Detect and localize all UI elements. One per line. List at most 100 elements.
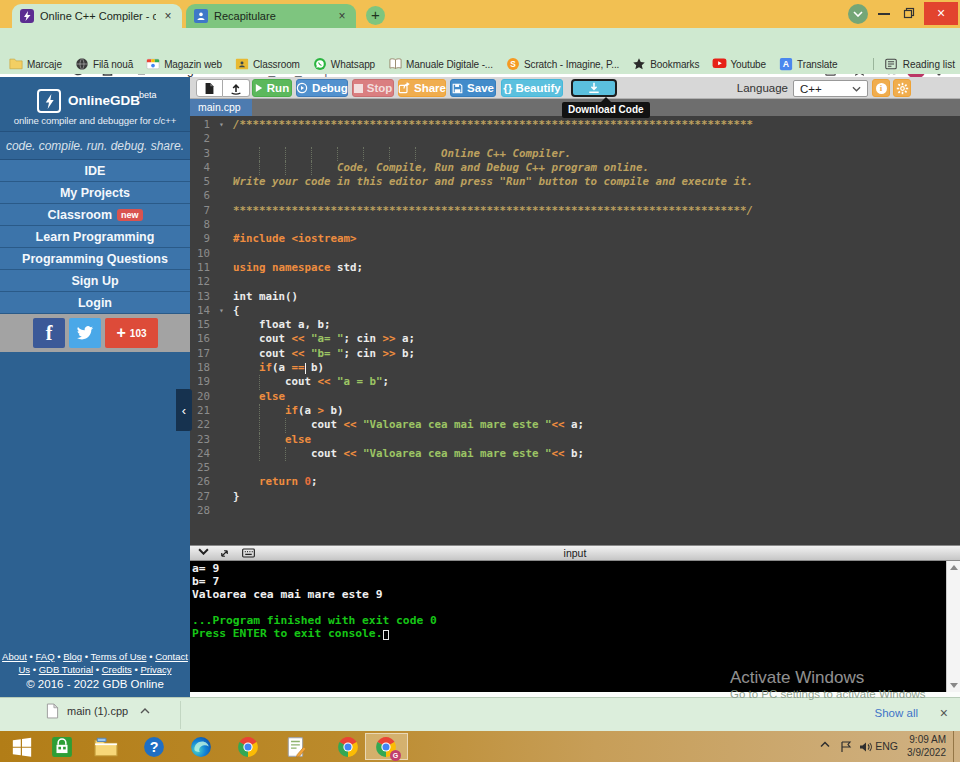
bookmark-item[interactable]: Youtube bbox=[712, 57, 766, 71]
tray-language[interactable]: ENG bbox=[875, 740, 898, 752]
footer-link[interactable]: Terms of Use bbox=[91, 651, 147, 662]
download-chevron-icon[interactable] bbox=[140, 708, 150, 714]
footer-link[interactable]: GDB Tutorial bbox=[39, 664, 93, 675]
debug-button[interactable]: Debug bbox=[296, 79, 348, 97]
new-file-button[interactable] bbox=[196, 79, 223, 97]
tray-clock[interactable]: 9:09 AM3/9/2022 bbox=[907, 734, 946, 759]
browser-tab-inactive[interactable]: Recapitulare × bbox=[186, 4, 356, 28]
language-select[interactable]: C++ bbox=[793, 80, 868, 97]
share-button[interactable]: Share bbox=[398, 79, 446, 97]
console-scrollbar[interactable] bbox=[946, 561, 960, 692]
editor-tab-main-cpp[interactable]: main.cpp bbox=[190, 99, 252, 116]
taskbar-edge[interactable] bbox=[189, 735, 213, 759]
download-code-button[interactable] bbox=[571, 79, 617, 97]
taskbar-chrome[interactable] bbox=[236, 735, 260, 759]
taskbar-chrome-active[interactable]: G bbox=[374, 735, 398, 759]
book-icon bbox=[388, 57, 402, 71]
fold-arrow-icon[interactable]: ▾ bbox=[210, 118, 233, 132]
sidebar-item-login[interactable]: Login bbox=[0, 292, 190, 314]
download-file-chip[interactable]: main (1).cpp bbox=[46, 703, 150, 719]
indent-guide bbox=[259, 147, 260, 161]
footer-link[interactable]: FAQ bbox=[36, 651, 55, 662]
profile-chevron-button[interactable] bbox=[848, 4, 868, 24]
line-number: 14 bbox=[190, 304, 210, 318]
fold-gutter bbox=[210, 275, 233, 289]
fold-gutter bbox=[210, 232, 233, 246]
taskbar-windows-store[interactable] bbox=[50, 735, 74, 759]
bookmark-label: Manuale Digitale -... bbox=[406, 59, 493, 70]
tab-close-icon[interactable]: × bbox=[162, 9, 174, 23]
facebook-button[interactable]: f bbox=[33, 318, 65, 348]
code-line: 12 bbox=[190, 275, 960, 289]
google-plus-button[interactable]: +103 bbox=[105, 318, 158, 348]
bookmark-item[interactable]: Classroom bbox=[235, 57, 300, 71]
line-number: 15 bbox=[190, 318, 210, 332]
file-icon bbox=[46, 703, 59, 719]
bookmark-item[interactable]: Marcaje bbox=[9, 57, 62, 71]
tray-flag-icon[interactable] bbox=[840, 741, 852, 753]
reading-list-icon bbox=[884, 57, 898, 71]
scroll-down-arrow[interactable] bbox=[950, 683, 958, 688]
line-number: 18 bbox=[190, 361, 210, 375]
profile-badge: G bbox=[390, 750, 401, 761]
sidebar-item-label: IDE bbox=[85, 164, 106, 178]
code-text: using namespace std; bbox=[233, 261, 363, 275]
settings-gear-button[interactable] bbox=[893, 79, 911, 97]
code-text: return 0; bbox=[233, 475, 318, 489]
sidebar-item-programming-questions[interactable]: Programming Questions bbox=[0, 248, 190, 270]
bookmark-item[interactable]: SScratch - Imagine, P... bbox=[506, 57, 619, 71]
sidebar-item-ide[interactable]: IDE bbox=[0, 160, 190, 182]
bookmark-item[interactable]: Filă nouă bbox=[75, 57, 133, 71]
console-resize-icon[interactable] bbox=[219, 548, 230, 559]
translate-icon: A bbox=[779, 57, 793, 71]
window-restore-button[interactable] bbox=[903, 7, 915, 19]
tray-chevron-icon[interactable] bbox=[820, 741, 830, 748]
sidebar-item-my-projects[interactable]: My Projects bbox=[0, 182, 190, 204]
bookmark-item[interactable]: Magazin web bbox=[146, 57, 222, 71]
tray-speaker-icon[interactable] bbox=[859, 741, 872, 753]
code-editor[interactable]: 1▾/*************************************… bbox=[190, 116, 960, 545]
sidebar-item-learn-programming[interactable]: Learn Programming bbox=[0, 226, 190, 248]
bookmark-item[interactable]: Bookmarks bbox=[632, 57, 699, 71]
info-button[interactable]: i bbox=[872, 79, 890, 97]
new-tab-button[interactable]: + bbox=[366, 6, 385, 25]
code-text: cout << "Valoarea cea mai mare este "<< … bbox=[233, 447, 584, 461]
downloads-close-icon[interactable]: × bbox=[940, 705, 948, 721]
window-minimize-button[interactable] bbox=[878, 13, 890, 15]
tab-close-icon[interactable]: × bbox=[336, 9, 348, 23]
reading-list-button[interactable]: Reading list bbox=[865, 54, 955, 74]
save-button[interactable]: Save bbox=[450, 79, 496, 97]
upload-button[interactable] bbox=[223, 79, 250, 97]
twitter-button[interactable] bbox=[69, 318, 101, 348]
code-text: #include <iostream> bbox=[233, 232, 357, 246]
taskbar-chrome[interactable] bbox=[336, 735, 360, 759]
run-button[interactable]: Run bbox=[252, 79, 292, 97]
taskbar-windows-start[interactable] bbox=[10, 735, 34, 759]
fold-arrow-icon[interactable]: ▾ bbox=[210, 304, 233, 318]
scroll-up-arrow[interactable] bbox=[950, 565, 958, 570]
taskbar-notes[interactable] bbox=[284, 735, 308, 759]
show-desktop-edge[interactable] bbox=[953, 731, 954, 762]
footer-link[interactable]: Credits bbox=[102, 664, 132, 675]
code-text: { bbox=[233, 304, 240, 318]
window-close-button[interactable]: × bbox=[924, 2, 958, 25]
bookmark-item[interactable]: Whatsapp bbox=[313, 57, 375, 71]
taskbar-file-explorer[interactable] bbox=[94, 735, 118, 759]
bookmark-item[interactable]: ATranslate bbox=[779, 57, 837, 71]
console-collapse-icon[interactable] bbox=[198, 548, 209, 555]
beautify-button[interactable]: {} Beautify bbox=[501, 79, 563, 97]
taskbar-help[interactable]: ? bbox=[142, 735, 166, 759]
bookmark-item[interactable]: Manuale Digitale -... bbox=[388, 57, 493, 71]
code-line: 23 else bbox=[190, 433, 960, 447]
stop-button[interactable]: Stop bbox=[352, 79, 394, 97]
fold-gutter bbox=[210, 175, 233, 189]
console-keyboard-icon[interactable] bbox=[242, 548, 255, 558]
sidebar-item-sign-up[interactable]: Sign Up bbox=[0, 270, 190, 292]
footer-link[interactable]: Blog bbox=[63, 651, 82, 662]
sidebar-item-classroom[interactable]: Classroomnew bbox=[0, 204, 190, 226]
sidebar-collapse-handle[interactable]: ‹ bbox=[176, 389, 192, 431]
browser-tab-active[interactable]: Online C++ Compiler - online ed × bbox=[12, 4, 182, 28]
footer-link[interactable]: Privacy bbox=[140, 664, 171, 675]
show-all-button[interactable]: Show all bbox=[875, 707, 918, 719]
footer-link[interactable]: About bbox=[2, 651, 27, 662]
